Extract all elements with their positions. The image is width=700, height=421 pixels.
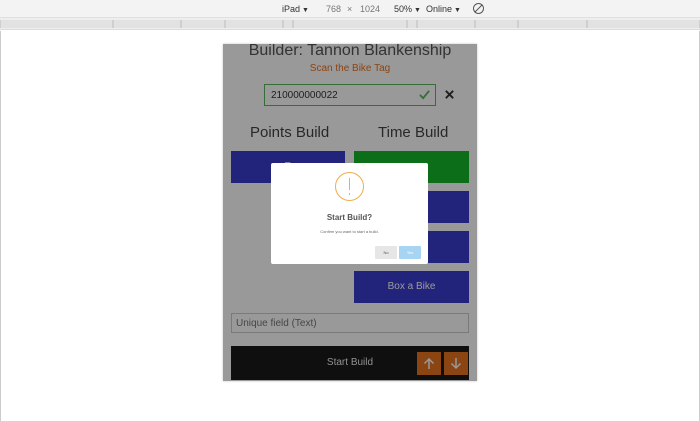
device-toolbar: iPad ▼ 768 × 1024 50% ▼ Online ▼ [0,0,700,18]
network-select[interactable]: Online ▼ [426,3,461,15]
times-icon: × [347,4,353,14]
media-query-segment[interactable] [225,20,283,28]
media-query-bar [0,18,700,30]
media-query-segment[interactable] [587,20,700,28]
media-query-segment[interactable] [518,20,587,28]
dialog-message: Confirm you want to start a build. [320,229,379,234]
width-input[interactable]: 768 [326,3,341,15]
device-viewport: Builder: Tannon Blankenship Scan the Bik… [223,44,477,381]
media-query-segment[interactable] [475,20,518,28]
zoom-label: 50% [394,4,413,14]
warning-icon [335,172,364,201]
zoom-select[interactable]: 50% ▼ [394,3,421,15]
media-query-segment[interactable] [293,20,407,28]
network-label: Online [426,4,453,14]
height-input[interactable]: 1024 [360,3,380,15]
device-select[interactable]: iPad ▼ [282,3,309,15]
media-query-segment[interactable] [181,20,225,28]
device-caret-icon: ▼ [302,7,309,14]
media-query-segment[interactable] [407,20,417,28]
yes-button[interactable]: Yes [399,246,421,259]
no-button[interactable]: No [375,246,397,259]
media-query-segment[interactable] [0,20,113,28]
network-caret-icon: ▼ [454,7,461,14]
media-query-segment[interactable] [113,20,181,28]
zoom-caret-icon: ▼ [414,7,421,14]
dialog-title: Start Build? [326,213,373,222]
media-query-segment[interactable] [417,20,475,28]
media-query-segment[interactable] [283,20,293,28]
rotate-icon[interactable] [473,3,484,14]
confirm-dialog: Start Build? Confirm you want to start a… [271,163,428,264]
device-label: iPad [282,4,301,14]
